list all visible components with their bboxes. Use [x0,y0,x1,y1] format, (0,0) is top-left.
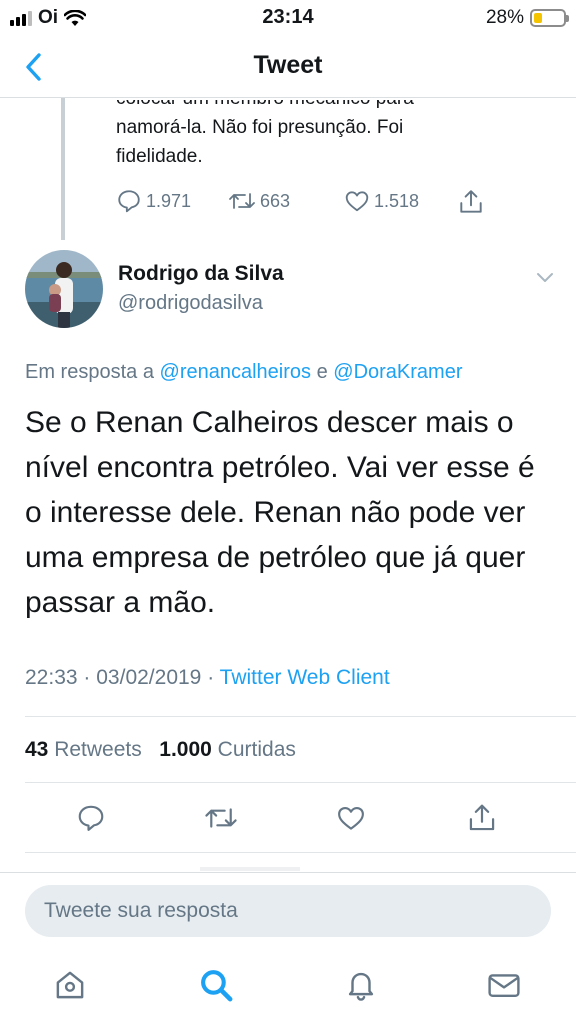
tab-home[interactable] [50,965,90,1005]
reply-icon [78,805,104,831]
battery-icon [530,9,569,27]
retweet-label: Retweets [54,738,142,761]
reply-composer [0,872,576,944]
parent-share-button[interactable] [458,188,484,216]
tweet-options-button[interactable] [534,266,556,288]
page-title: Tweet [253,51,323,79]
like-count: 1.000 [159,738,212,761]
scrolled-content-hint [200,867,300,871]
search-icon [201,970,233,1002]
tweet-timestamp: 22:33 · 03/02/2019 · Twitter Web Client [25,666,390,690]
tab-messages[interactable] [484,965,524,1005]
home-icon [56,971,84,999]
avatar[interactable] [25,250,103,328]
parent-reply-button[interactable]: 1.971 [116,188,191,214]
share-icon [460,190,482,213]
divider [25,782,576,783]
mention-link[interactable]: @renancalheiros [160,361,312,383]
retweet-count: 43 [25,738,49,761]
retweet-button[interactable] [203,798,239,838]
tweet-client-link[interactable]: Twitter Web Client [220,666,390,689]
parent-retweet-button[interactable]: 663 [228,188,290,214]
tweet-actions [0,798,576,838]
chevron-down-icon [537,273,553,282]
parent-reply-count: 1.971 [146,190,192,211]
tab-bar [0,955,576,1024]
like-button[interactable] [333,798,369,838]
parent-tweet-actions: 1.971 663 1.518 [116,188,506,218]
battery-level [534,13,542,23]
like-label: Curtidas [217,738,296,761]
heart-icon [345,191,369,212]
envelope-icon [488,974,520,997]
likes-stat[interactable]: 1.000 Curtidas [159,738,296,761]
author-handle[interactable]: @rodrigodasilva [118,292,263,315]
thread-connector-line [61,98,65,240]
tweet-date: 03/02/2019 [96,666,202,689]
reply-context: Em resposta a @renancalheiros e @DoraKra… [25,361,462,384]
reply-prefix: Em resposta a [25,361,154,383]
reply-icon [118,190,140,213]
reply-button[interactable] [73,798,109,838]
reply-joiner: e [316,361,328,383]
battery-percentage: 28% [485,7,524,28]
tweet-stats: 43 Retweets 1.000 Curtidas [25,738,296,762]
navigation-bar: Tweet [0,36,576,98]
share-button[interactable] [464,798,500,838]
retweets-stat[interactable]: 43 Retweets [25,738,142,761]
retweet-icon [229,193,255,209]
divider [25,716,576,717]
meta-separator: · [207,666,215,689]
mention-link[interactable]: @DoraKramer [333,361,462,383]
divider [25,852,576,853]
parent-tweet-line: namorá-la. Não foi presunção. Foi [116,117,404,138]
author-name[interactable]: Rodrigo da Silva [118,262,284,286]
retweet-icon [205,808,237,828]
status-right: 28% [485,7,569,29]
tab-notifications[interactable] [341,965,381,1005]
meta-separator: · [83,666,91,689]
profile-photo-image [25,250,103,328]
reply-input[interactable] [25,885,551,937]
tweet-time: 22:33 [25,666,78,689]
tab-search[interactable] [196,965,236,1005]
bell-icon [348,972,374,1001]
heart-icon [338,806,364,830]
share-icon [469,804,495,831]
parent-like-count: 1.518 [374,190,420,211]
parent-tweet-line: fidelidade. [116,146,203,167]
status-bar: Oi 23:14 28% [0,0,576,36]
parent-like-button[interactable]: 1.518 [344,188,419,214]
parent-retweet-count: 663 [260,190,291,211]
tweet-text: Se o Renan Calheiros descer mais o nível… [25,406,535,619]
